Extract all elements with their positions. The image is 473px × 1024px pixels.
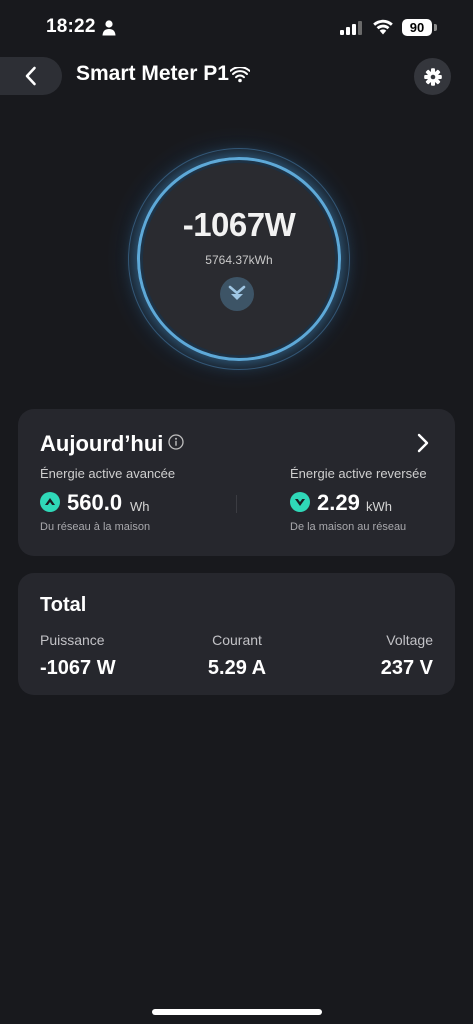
- reverse-energy-unit: kWh: [366, 499, 392, 514]
- voltage-value: 237 V: [380, 657, 433, 679]
- double-chevron-down-icon: [220, 277, 254, 311]
- settings-button[interactable]: [414, 58, 451, 95]
- status-time: 18:22: [46, 16, 96, 37]
- total-card: Total Puissance -1067 W Courant 5.29 A V…: [18, 573, 455, 695]
- back-arrow-icon: [25, 66, 36, 86]
- battery-icon: 90: [402, 19, 432, 36]
- chevron-right-icon[interactable]: [416, 432, 430, 454]
- forward-energy-unit: Wh: [130, 499, 150, 514]
- today-title: Aujourd’hui: [40, 431, 164, 456]
- arrow-up-circle-icon: [40, 492, 60, 512]
- screen: 18:22 90 Smart Meter P1 -1067W 5764.37kW…: [0, 0, 473, 1024]
- total-energy-value: 5764.37kWh: [205, 253, 273, 267]
- current-label: Courant: [212, 632, 262, 648]
- today-card[interactable]: Aujourd’hui Énergie active avancée 560.0…: [18, 409, 455, 556]
- current-power-value: -1067W: [182, 206, 296, 243]
- power-label: Puissance: [40, 632, 105, 648]
- voltage-label: Voltage: [386, 632, 433, 648]
- current-value: 5.29 A: [207, 657, 267, 679]
- reverse-energy-value: 2.29: [317, 490, 360, 515]
- forward-energy-value: 560.0: [67, 490, 123, 515]
- reverse-energy-label: Énergie active reversée: [290, 466, 427, 481]
- reverse-energy-caption: De la maison au réseau: [290, 521, 407, 533]
- power-value: -1067 W: [40, 657, 116, 679]
- home-indicator[interactable]: [152, 1009, 322, 1015]
- status-bar: 18:22 90: [0, 0, 473, 56]
- divider: [236, 495, 237, 513]
- arrow-down-circle-icon: [290, 492, 310, 512]
- wifi-icon: [373, 19, 393, 35]
- person-icon: [102, 20, 116, 36]
- signal-icon: [340, 21, 362, 35]
- gear-icon: [423, 67, 442, 86]
- back-button[interactable]: [0, 57, 62, 95]
- info-icon[interactable]: [168, 434, 184, 450]
- battery-nub: [434, 24, 437, 31]
- wifi-icon: [230, 67, 250, 83]
- total-title: Total: [40, 594, 87, 616]
- page-title: Smart Meter P1: [76, 62, 229, 85]
- forward-energy-caption: Du réseau à la maison: [40, 521, 151, 533]
- forward-energy-label: Énergie active avancée: [40, 466, 176, 481]
